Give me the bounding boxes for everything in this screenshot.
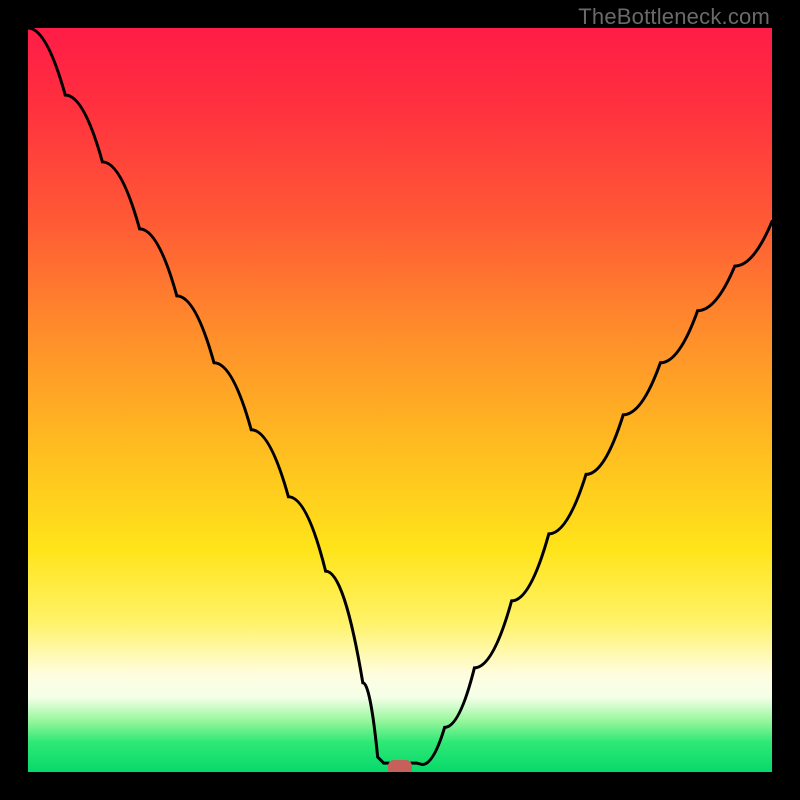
chart-frame: TheBottleneck.com [0, 0, 800, 800]
curve-layer [28, 28, 772, 772]
bottleneck-curve [28, 28, 772, 765]
attribution-text: TheBottleneck.com [578, 4, 770, 30]
plot-area [28, 28, 772, 772]
current-config-marker [388, 760, 412, 772]
